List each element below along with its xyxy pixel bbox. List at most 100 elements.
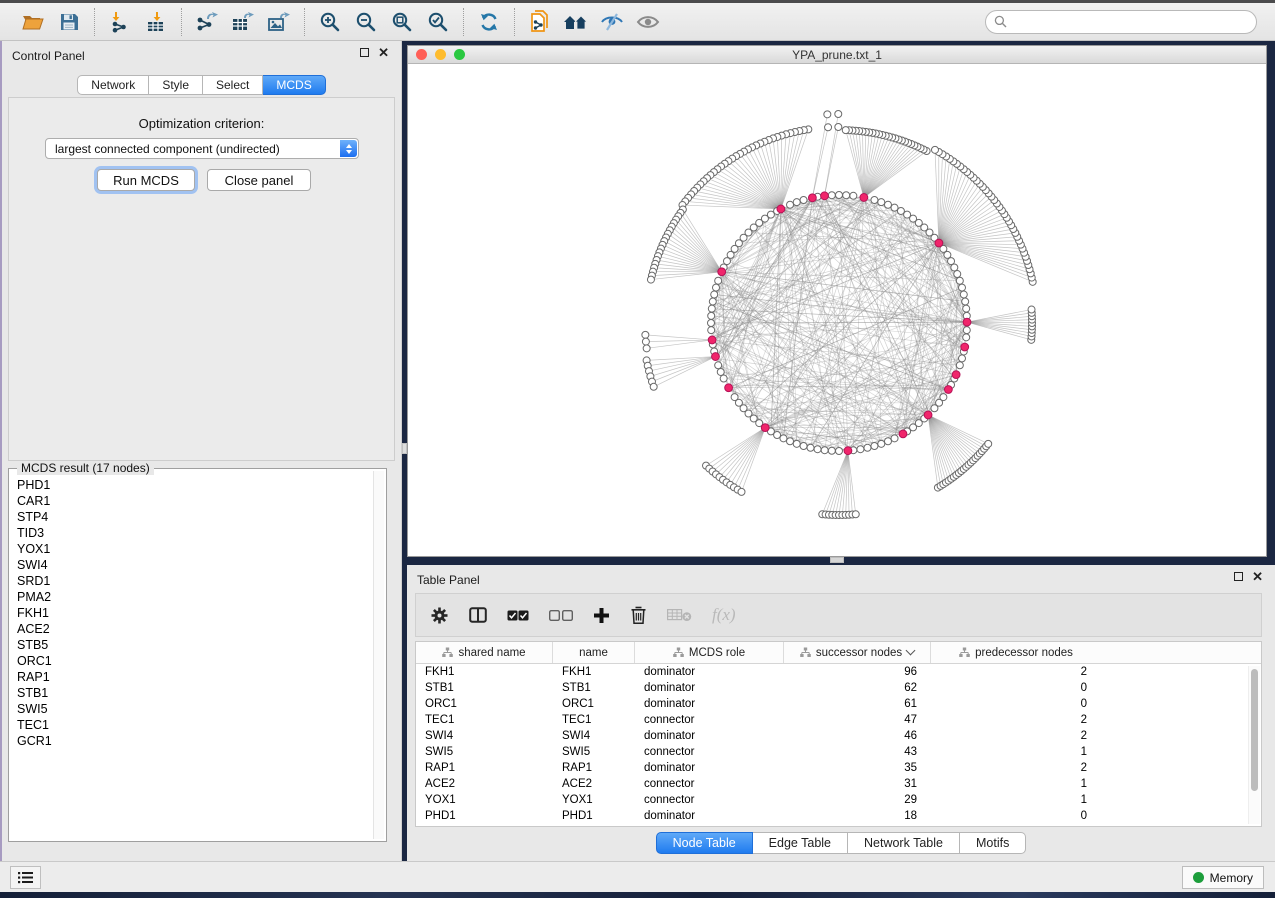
mcds-result-item[interactable]: STP4 [11, 509, 372, 525]
network-node[interactable] [878, 440, 885, 447]
mcds-hub-node[interactable] [725, 384, 733, 392]
network-node[interactable] [963, 334, 970, 341]
zoom-selected-icon[interactable] [425, 9, 451, 35]
network-node[interactable] [807, 444, 814, 451]
network-node[interactable] [800, 442, 807, 449]
network-node[interactable] [956, 277, 963, 284]
tab-node-table[interactable]: Node Table [656, 832, 753, 854]
network-node[interactable] [871, 442, 878, 449]
network-node[interactable] [891, 435, 898, 442]
table-options-gear-icon[interactable] [430, 602, 449, 628]
tab-motifs[interactable]: Motifs [960, 832, 1026, 854]
network-node[interactable] [709, 298, 716, 305]
hide-panel-eye-slash-icon[interactable] [599, 9, 625, 35]
network-node[interactable] [857, 446, 864, 453]
export-table-icon[interactable] [230, 9, 256, 35]
network-node[interactable] [951, 264, 958, 271]
mcds-hub-node[interactable] [808, 194, 816, 202]
table-row[interactable]: SWI5SWI5connector431 [416, 744, 1247, 760]
network-node[interactable] [842, 127, 849, 134]
tab-edge-table[interactable]: Edge Table [753, 832, 848, 854]
network-node[interactable] [793, 440, 800, 447]
zoom-in-icon[interactable] [317, 9, 343, 35]
mcds-hub-node[interactable] [961, 343, 969, 351]
network-canvas[interactable] [408, 64, 1266, 556]
network-node[interactable] [958, 284, 965, 291]
import-network-icon[interactable] [107, 9, 133, 35]
add-column-icon[interactable] [593, 602, 610, 628]
network-node[interactable] [852, 511, 859, 518]
network-node[interactable] [843, 192, 850, 199]
network-node[interactable] [835, 111, 842, 118]
save-session-icon[interactable] [56, 9, 82, 35]
search-input[interactable] [1012, 15, 1248, 29]
table-row[interactable]: SWI4SWI4dominator462 [416, 728, 1247, 744]
network-node[interactable] [821, 447, 828, 454]
clone-network-icon[interactable] [527, 9, 553, 35]
mcds-hub-node[interactable] [712, 353, 720, 361]
network-node[interactable] [931, 146, 938, 153]
network-node[interactable] [715, 362, 722, 369]
vertical-splitter-handle[interactable] [402, 443, 407, 454]
mcds-hub-node[interactable] [777, 205, 785, 213]
network-node[interactable] [963, 305, 970, 312]
network-node[interactable] [720, 375, 727, 382]
network-node[interactable] [864, 444, 871, 451]
memory-button[interactable]: Memory [1182, 866, 1264, 889]
mcds-hub-node[interactable] [924, 411, 932, 419]
table-row[interactable]: FKH1FKH1dominator962 [416, 664, 1247, 680]
zoom-out-icon[interactable] [353, 9, 379, 35]
criterion-dropdown[interactable]: largest connected component (undirected) [45, 138, 359, 159]
mcds-result-item[interactable]: TID3 [11, 525, 372, 541]
network-node[interactable] [780, 435, 787, 442]
table-row[interactable]: RAP1RAP1dominator352 [416, 760, 1247, 776]
mcds-hub-node[interactable] [935, 239, 943, 247]
task-history-button[interactable] [10, 866, 41, 889]
column-header-predecessor-nodes[interactable]: predecessor nodes [931, 642, 1101, 663]
tab-network-table[interactable]: Network Table [848, 832, 960, 854]
table-body[interactable]: FKH1FKH1dominator962STB1STB1dominator620… [416, 664, 1247, 826]
network-node[interactable] [642, 331, 649, 338]
dropdown-stepper-icon[interactable] [340, 140, 357, 157]
table-row[interactable]: TEC1TEC1connector472 [416, 712, 1247, 728]
mcds-hub-node[interactable] [761, 424, 769, 432]
export-image-icon[interactable] [266, 9, 292, 35]
network-node[interactable] [650, 383, 657, 390]
mcds-hub-node[interactable] [844, 447, 852, 455]
split-table-icon[interactable] [469, 602, 487, 628]
tab-select[interactable]: Select [203, 75, 263, 95]
network-node[interactable] [708, 305, 715, 312]
network-node[interactable] [956, 362, 963, 369]
network-node[interactable] [958, 355, 965, 362]
network-node[interactable] [850, 192, 857, 199]
network-node[interactable] [708, 312, 715, 319]
network-node[interactable] [871, 197, 878, 204]
network-node[interactable] [643, 345, 650, 352]
mcds-result-item[interactable]: YOX1 [11, 541, 372, 557]
import-table-icon[interactable] [143, 9, 169, 35]
deselect-all-columns-icon[interactable] [549, 602, 573, 628]
network-node[interactable] [940, 394, 947, 401]
network-node[interactable] [738, 488, 745, 495]
close-table-panel-icon[interactable]: ✕ [1252, 572, 1263, 581]
mcds-result-item[interactable]: RAP1 [11, 669, 372, 685]
mcds-result-item[interactable]: PHD1 [11, 477, 372, 493]
network-node[interactable] [642, 338, 649, 345]
table-row[interactable]: YOX1YOX1connector291 [416, 792, 1247, 808]
network-node[interactable] [960, 291, 967, 298]
mcds-result-item[interactable]: FKH1 [11, 605, 372, 621]
network-node[interactable] [787, 438, 794, 445]
open-file-icon[interactable] [20, 9, 46, 35]
network-node[interactable] [884, 201, 891, 208]
mcds-hub-node[interactable] [860, 194, 868, 202]
table-scrollbar[interactable] [1248, 666, 1260, 824]
network-node[interactable] [897, 207, 904, 214]
network-node[interactable] [836, 192, 843, 199]
mcds-result-item[interactable]: GCR1 [11, 733, 372, 749]
network-node[interactable] [891, 204, 898, 211]
network-node[interactable] [814, 446, 821, 453]
mcds-hub-node[interactable] [944, 386, 952, 394]
mcds-result-item[interactable]: ORC1 [11, 653, 372, 669]
mcds-result-item[interactable]: ACE2 [11, 621, 372, 637]
network-node[interactable] [715, 277, 722, 284]
